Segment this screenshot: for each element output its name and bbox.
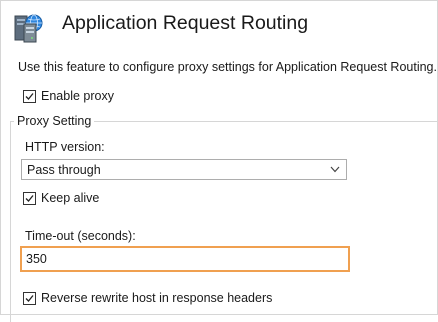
reverse-rewrite-checkbox-row[interactable]: Reverse rewrite host in response headers <box>23 291 272 305</box>
enable-proxy-label: Enable proxy <box>41 89 114 103</box>
timeout-label: Time-out (seconds): <box>25 229 136 243</box>
timeout-input[interactable] <box>20 246 350 272</box>
keep-alive-checkbox-row[interactable]: Keep alive <box>23 191 99 205</box>
checkmark-icon <box>25 92 34 100</box>
proxy-setting-legend: Proxy Setting <box>14 114 95 128</box>
reverse-rewrite-checkbox[interactable] <box>23 291 36 305</box>
reverse-rewrite-label: Reverse rewrite host in response headers <box>41 291 273 305</box>
http-version-select[interactable]: Pass through <box>21 159 347 180</box>
checkmark-icon <box>25 294 34 302</box>
enable-proxy-checkbox[interactable] <box>23 89 36 103</box>
keep-alive-checkbox[interactable] <box>23 191 36 205</box>
chevron-down-icon <box>330 166 340 173</box>
keep-alive-label: Keep alive <box>41 191 100 205</box>
http-version-selected-value: Pass through <box>27 163 101 177</box>
feature-description: Use this feature to configure proxy sett… <box>18 60 437 74</box>
http-version-label: HTTP version: <box>25 140 105 154</box>
checkmark-icon <box>25 194 34 202</box>
enable-proxy-checkbox-row[interactable]: Enable proxy <box>23 89 114 103</box>
page-title: Application Request Routing <box>62 12 309 34</box>
server-icon <box>14 14 43 43</box>
